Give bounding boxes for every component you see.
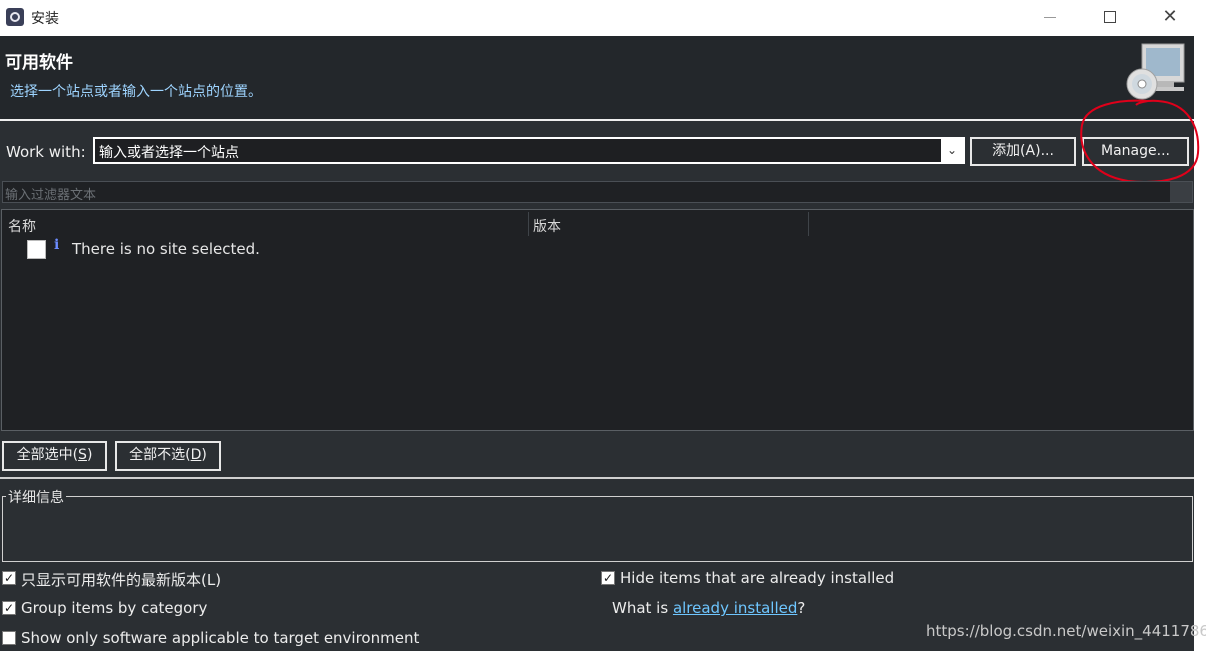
- window-titlebar: 安装 ✕: [0, 0, 1206, 36]
- already-installed-link[interactable]: already installed: [673, 599, 797, 617]
- software-table[interactable]: 名称 版本 i There is no site selected.: [1, 209, 1194, 431]
- deselect-all-label: 全部不选(D): [129, 447, 207, 463]
- dialog-header: 可用软件 选择一个站点或者输入一个站点的位置。: [0, 36, 1194, 120]
- work-with-label: Work with:: [6, 143, 86, 161]
- column-header-name[interactable]: 名称: [8, 216, 36, 236]
- minimize-icon: [1044, 17, 1056, 18]
- monitor-cd-icon: [1126, 43, 1185, 100]
- what-is-prefix: What is: [612, 599, 673, 617]
- latest-only-label[interactable]: 只显示可用软件的最新版本(L): [21, 569, 221, 590]
- filter-clear-area: [1170, 182, 1192, 202]
- site-combo[interactable]: 输入或者选择一个站点 ⌄: [93, 137, 965, 164]
- row-checkbox[interactable]: [27, 240, 46, 259]
- close-button[interactable]: ✕: [1150, 4, 1190, 30]
- page-description: 选择一个站点或者输入一个站点的位置。: [10, 84, 262, 100]
- details-legend: 详细信息: [6, 487, 66, 507]
- section-separator: [0, 477, 1194, 479]
- site-combo-value[interactable]: 输入或者选择一个站点: [99, 142, 239, 162]
- add-site-button[interactable]: 添加(A)...: [970, 137, 1076, 166]
- info-icon: i: [54, 237, 60, 253]
- window-title: 安装: [31, 11, 59, 27]
- filter-input[interactable]: 输入过滤器文本: [2, 181, 1193, 203]
- target-env-checkbox[interactable]: [2, 631, 16, 645]
- column-divider: [808, 212, 809, 236]
- group-by-category-checkbox[interactable]: ✓: [2, 601, 16, 615]
- column-header-version[interactable]: 版本: [533, 216, 561, 236]
- target-env-label[interactable]: Show only software applicable to target …: [21, 629, 419, 647]
- what-is-installed-text: What is already installed?: [612, 599, 805, 617]
- chevron-down-icon[interactable]: ⌄: [941, 139, 963, 162]
- minimize-button[interactable]: [1030, 4, 1070, 30]
- group-by-category-label[interactable]: Group items by category: [21, 599, 207, 617]
- latest-only-checkbox[interactable]: ✓: [2, 571, 16, 585]
- hide-installed-checkbox[interactable]: ✓: [601, 571, 615, 585]
- maximize-button[interactable]: [1090, 4, 1130, 30]
- watermark-text: https://blog.csdn.net/weixin_44117861: [926, 622, 1206, 640]
- column-divider: [528, 212, 529, 236]
- hide-installed-label[interactable]: Hide items that are already installed: [620, 569, 894, 587]
- page-title: 可用软件: [5, 53, 73, 73]
- manage-button[interactable]: Manage...: [1082, 137, 1189, 166]
- filter-placeholder: 输入过滤器文本: [5, 188, 97, 203]
- app-icon: [6, 8, 24, 26]
- select-all-label: 全部选中(S): [16, 447, 93, 463]
- close-icon: ✕: [1162, 6, 1178, 27]
- maximize-icon: [1104, 11, 1116, 23]
- select-all-button[interactable]: 全部选中(S): [2, 441, 107, 471]
- deselect-all-button[interactable]: 全部不选(D): [115, 441, 221, 471]
- what-is-suffix: ?: [797, 599, 806, 617]
- details-panel: [2, 496, 1193, 562]
- table-row-text: There is no site selected.: [72, 240, 260, 258]
